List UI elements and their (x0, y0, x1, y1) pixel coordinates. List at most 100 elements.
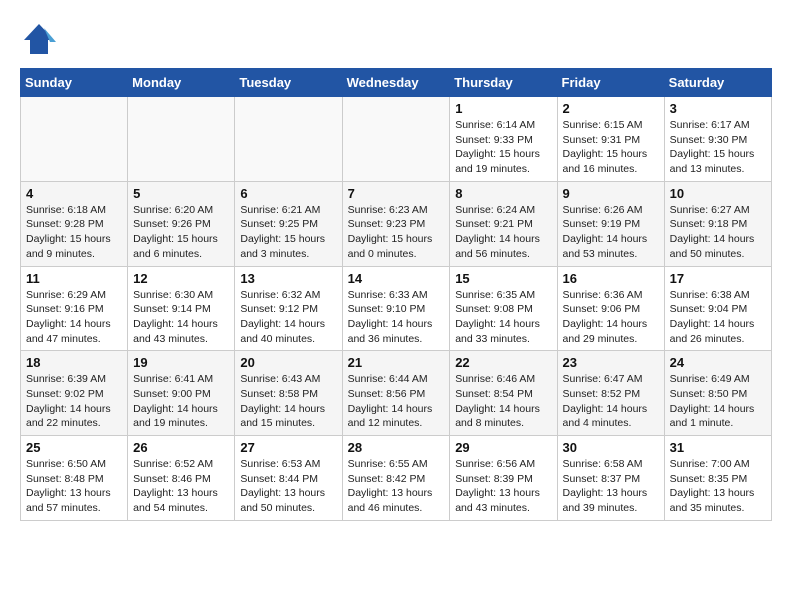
calendar-cell: 28Sunrise: 6:55 AM Sunset: 8:42 PM Dayli… (342, 436, 450, 521)
day-info: Sunrise: 6:55 AM Sunset: 8:42 PM Dayligh… (348, 457, 445, 516)
day-info: Sunrise: 6:21 AM Sunset: 9:25 PM Dayligh… (240, 203, 336, 262)
day-number: 5 (133, 186, 229, 201)
day-number: 13 (240, 271, 336, 286)
day-info: Sunrise: 6:27 AM Sunset: 9:18 PM Dayligh… (670, 203, 766, 262)
day-number: 30 (563, 440, 659, 455)
day-number: 17 (670, 271, 766, 286)
calendar-cell: 4 Sunrise: 6:18 AM Sunset: 9:28 PM Daylig… (21, 181, 128, 266)
logo (20, 20, 65, 58)
day-number: 9 (563, 186, 659, 201)
day-number: 27 (240, 440, 336, 455)
weekday-header-row: SundayMondayTuesdayWednesdayThursdayFrid… (21, 69, 772, 97)
day-number: 23 (563, 355, 659, 370)
day-info: Sunrise: 6:17 AM Sunset: 9:30 PM Dayligh… (670, 118, 766, 177)
weekday-header-monday: Monday (128, 69, 235, 97)
day-info: Sunrise: 6:20 AM Sunset: 9:26 PM Dayligh… (133, 203, 229, 262)
day-info: Sunrise: 6:39 AM Sunset: 9:02 PM Dayligh… (26, 372, 122, 431)
day-info: Sunrise: 6:24 AM Sunset: 9:21 PM Dayligh… (455, 203, 551, 262)
calendar-cell (21, 97, 128, 182)
calendar-week-row: 18 Sunrise: 6:39 AM Sunset: 9:02 PM Dayli… (21, 351, 772, 436)
day-number: 21 (348, 355, 445, 370)
day-number: 20 (240, 355, 336, 370)
calendar-week-row: 4 Sunrise: 6:18 AM Sunset: 9:28 PM Daylig… (21, 181, 772, 266)
weekday-header-sunday: Sunday (21, 69, 128, 97)
calendar-cell: 6Sunrise: 6:21 AM Sunset: 9:25 PM Daylig… (235, 181, 342, 266)
calendar-cell: 24 Sunrise: 6:49 AM Sunset: 8:50 PM Dayli… (664, 351, 771, 436)
day-info: Sunrise: 6:23 AM Sunset: 9:23 PM Dayligh… (348, 203, 445, 262)
day-number: 7 (348, 186, 445, 201)
day-info: Sunrise: 6:38 AM Sunset: 9:04 PM Dayligh… (670, 288, 766, 347)
day-number: 4 (26, 186, 122, 201)
day-info: Sunrise: 6:53 AM Sunset: 8:44 PM Dayligh… (240, 457, 336, 516)
day-info: Sunrise: 6:47 AM Sunset: 8:52 PM Dayligh… (563, 372, 659, 431)
day-info: Sunrise: 6:18 AM Sunset: 9:28 PM Dayligh… (26, 203, 122, 262)
calendar-cell: 16 Sunrise: 6:36 AM Sunset: 9:06 PM Dayli… (557, 266, 664, 351)
day-number: 15 (455, 271, 551, 286)
calendar-cell: 22 Sunrise: 6:46 AM Sunset: 8:54 PM Dayli… (450, 351, 557, 436)
day-info: Sunrise: 7:00 AM Sunset: 8:35 PM Dayligh… (670, 457, 766, 516)
calendar-cell: 1 Sunrise: 6:14 AM Sunset: 9:33 PM Daylig… (450, 97, 557, 182)
day-info: Sunrise: 6:14 AM Sunset: 9:33 PM Dayligh… (455, 118, 551, 177)
calendar-cell: 11 Sunrise: 6:29 AM Sunset: 9:16 PM Dayli… (21, 266, 128, 351)
day-number: 11 (26, 271, 122, 286)
day-info: Sunrise: 6:56 AM Sunset: 8:39 PM Dayligh… (455, 457, 551, 516)
calendar-week-row: 1 Sunrise: 6:14 AM Sunset: 9:33 PM Daylig… (21, 97, 772, 182)
calendar-cell: 17 Sunrise: 6:38 AM Sunset: 9:04 PM Dayli… (664, 266, 771, 351)
day-number: 19 (133, 355, 229, 370)
day-info: Sunrise: 6:58 AM Sunset: 8:37 PM Dayligh… (563, 457, 659, 516)
weekday-header-friday: Friday (557, 69, 664, 97)
logo-icon (20, 20, 58, 58)
calendar-cell: 8 Sunrise: 6:24 AM Sunset: 9:21 PM Daylig… (450, 181, 557, 266)
calendar-cell: 25 Sunrise: 6:50 AM Sunset: 8:48 PM Dayli… (21, 436, 128, 521)
day-number: 16 (563, 271, 659, 286)
calendar-cell: 20 Sunrise: 6:43 AM Sunset: 8:58 PM Dayli… (235, 351, 342, 436)
calendar-cell (235, 97, 342, 182)
day-info: Sunrise: 6:49 AM Sunset: 8:50 PM Dayligh… (670, 372, 766, 431)
calendar-cell: 21 Sunrise: 6:44 AM Sunset: 8:56 PM Dayli… (342, 351, 450, 436)
calendar-cell: 31 Sunrise: 7:00 AM Sunset: 8:35 PM Dayli… (664, 436, 771, 521)
day-info: Sunrise: 6:46 AM Sunset: 8:54 PM Dayligh… (455, 372, 551, 431)
calendar-cell: 7 Sunrise: 6:23 AM Sunset: 9:23 PM Daylig… (342, 181, 450, 266)
day-info: Sunrise: 6:50 AM Sunset: 8:48 PM Dayligh… (26, 457, 122, 516)
day-info: Sunrise: 6:52 AM Sunset: 8:46 PM Dayligh… (133, 457, 229, 516)
calendar-cell: 18 Sunrise: 6:39 AM Sunset: 9:02 PM Dayli… (21, 351, 128, 436)
calendar-cell (128, 97, 235, 182)
calendar-cell: 5 Sunrise: 6:20 AM Sunset: 9:26 PM Daylig… (128, 181, 235, 266)
day-number: 1 (455, 101, 551, 116)
day-number: 25 (26, 440, 122, 455)
day-number: 8 (455, 186, 551, 201)
weekday-header-wednesday: Wednesday (342, 69, 450, 97)
calendar-cell: 9Sunrise: 6:26 AM Sunset: 9:19 PM Daylig… (557, 181, 664, 266)
day-number: 18 (26, 355, 122, 370)
day-info: Sunrise: 6:15 AM Sunset: 9:31 PM Dayligh… (563, 118, 659, 177)
day-info: Sunrise: 6:33 AM Sunset: 9:10 PM Dayligh… (348, 288, 445, 347)
day-info: Sunrise: 6:32 AM Sunset: 9:12 PM Dayligh… (240, 288, 336, 347)
page-header (20, 20, 772, 58)
day-number: 31 (670, 440, 766, 455)
day-number: 10 (670, 186, 766, 201)
day-info: Sunrise: 6:43 AM Sunset: 8:58 PM Dayligh… (240, 372, 336, 431)
calendar-cell: 13 Sunrise: 6:32 AM Sunset: 9:12 PM Dayli… (235, 266, 342, 351)
day-number: 3 (670, 101, 766, 116)
calendar-cell: 3 Sunrise: 6:17 AM Sunset: 9:30 PM Daylig… (664, 97, 771, 182)
day-info: Sunrise: 6:44 AM Sunset: 8:56 PM Dayligh… (348, 372, 445, 431)
calendar-table: SundayMondayTuesdayWednesdayThursdayFrid… (20, 68, 772, 521)
calendar-cell: 10 Sunrise: 6:27 AM Sunset: 9:18 PM Dayli… (664, 181, 771, 266)
weekday-header-tuesday: Tuesday (235, 69, 342, 97)
weekday-header-thursday: Thursday (450, 69, 557, 97)
day-info: Sunrise: 6:29 AM Sunset: 9:16 PM Dayligh… (26, 288, 122, 347)
day-number: 22 (455, 355, 551, 370)
day-info: Sunrise: 6:41 AM Sunset: 9:00 PM Dayligh… (133, 372, 229, 431)
calendar-cell: 29Sunrise: 6:56 AM Sunset: 8:39 PM Dayli… (450, 436, 557, 521)
calendar-cell: 14Sunrise: 6:33 AM Sunset: 9:10 PM Dayli… (342, 266, 450, 351)
calendar-cell: 2 Sunrise: 6:15 AM Sunset: 9:31 PM Daylig… (557, 97, 664, 182)
day-number: 2 (563, 101, 659, 116)
calendar-cell (342, 97, 450, 182)
day-info: Sunrise: 6:30 AM Sunset: 9:14 PM Dayligh… (133, 288, 229, 347)
calendar-cell: 15Sunrise: 6:35 AM Sunset: 9:08 PM Dayli… (450, 266, 557, 351)
day-number: 12 (133, 271, 229, 286)
weekday-header-saturday: Saturday (664, 69, 771, 97)
calendar-cell: 26Sunrise: 6:52 AM Sunset: 8:46 PM Dayli… (128, 436, 235, 521)
day-number: 24 (670, 355, 766, 370)
day-info: Sunrise: 6:36 AM Sunset: 9:06 PM Dayligh… (563, 288, 659, 347)
